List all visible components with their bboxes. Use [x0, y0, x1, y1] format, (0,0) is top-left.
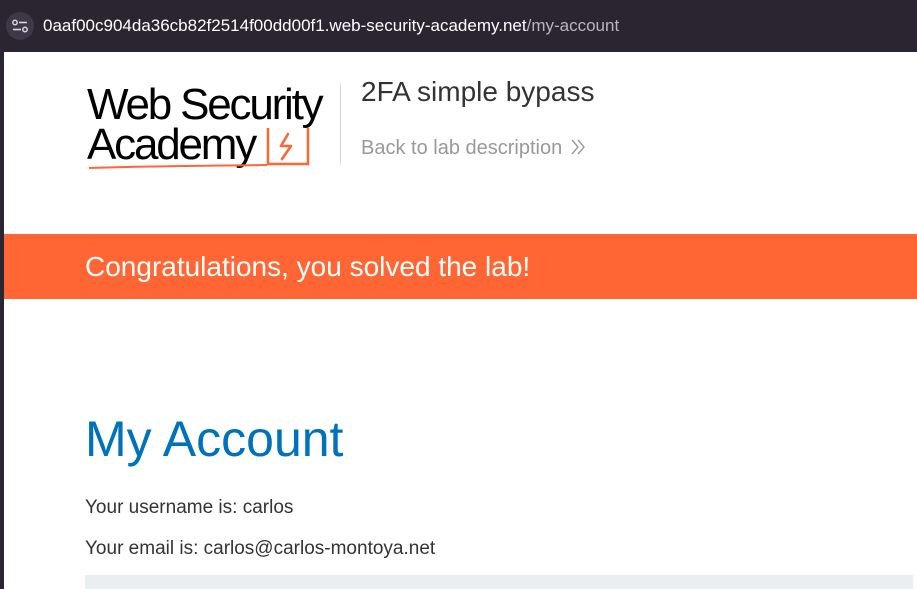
username-info: Your username is: carlos — [85, 497, 294, 518]
tune-icon — [12, 19, 28, 33]
solved-message: Congratulations, you solved the lab! — [85, 251, 531, 282]
browser-address-bar[interactable]: 0aaf00c904da36cb82f2514f00dd00f1.web-sec… — [0, 0, 917, 52]
web-security-academy-logo[interactable]: Web Security Academy — [87, 80, 335, 172]
logo-text-line2: Academy — [87, 120, 257, 169]
lab-solved-banner: Congratulations, you solved the lab! — [4, 234, 917, 299]
lab-header: Web Security Academy 2FA simple bypass B… — [4, 52, 917, 234]
lab-title: 2FA simple bypass — [361, 76, 595, 107]
url-host: 0aaf00c904da36cb82f2514f00dd00f1.web-sec… — [43, 16, 527, 35]
header-divider — [340, 84, 341, 164]
logo-underline — [88, 164, 268, 169]
double-chevron-right-icon — [571, 139, 586, 155]
url-path: /my-account — [526, 16, 620, 35]
url-field[interactable]: 0aaf00c904da36cb82f2514f00dd00f1.web-sec… — [43, 15, 619, 37]
email-info: Your email is: carlos@carlos-montoya.net — [85, 538, 436, 559]
account-form-area — [85, 575, 913, 589]
page-title: My Account — [85, 411, 344, 467]
back-to-lab-description-link[interactable]: Back to lab description — [361, 136, 586, 160]
site-info-button[interactable] — [6, 12, 34, 40]
logo-lightning-icon — [266, 128, 310, 166]
back-link-label: Back to lab description — [361, 137, 563, 159]
